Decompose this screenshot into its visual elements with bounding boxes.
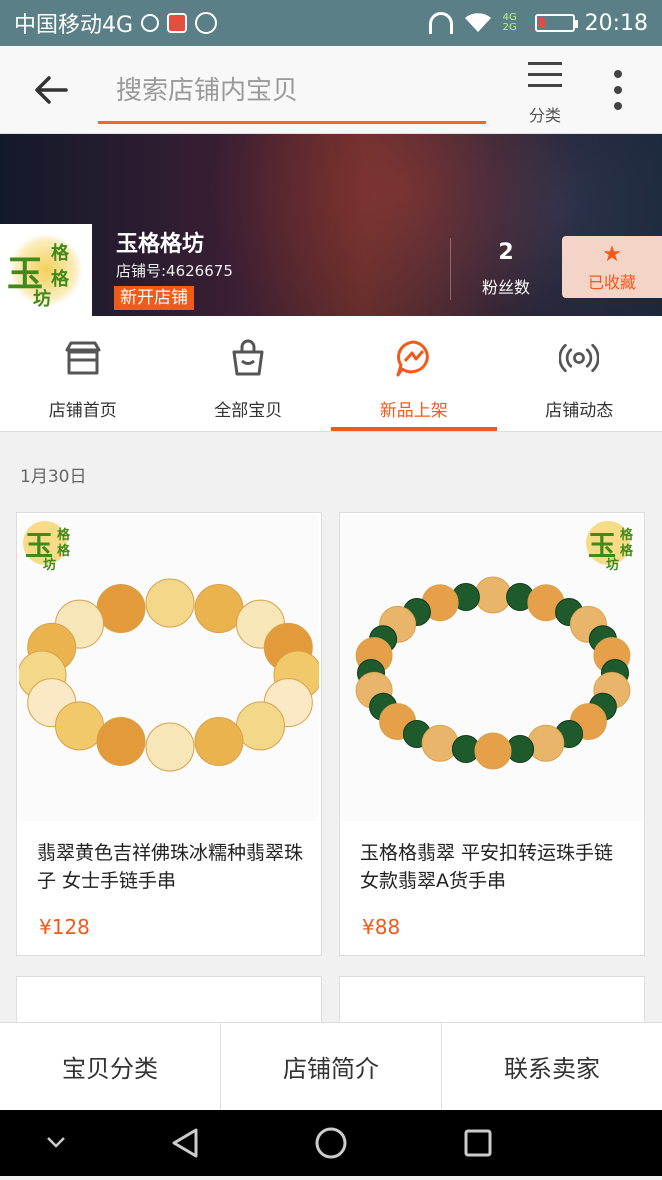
new-shop-badge: 新开店铺 bbox=[114, 286, 194, 310]
tab-label: 店铺首页 bbox=[49, 396, 117, 421]
item-category-button[interactable]: 宝贝分类 bbox=[0, 1023, 221, 1110]
product-title: 翡翠黄色吉祥佛珠冰糯种翡翠珠子 女士手链手串 bbox=[37, 839, 307, 895]
back-nav-icon[interactable] bbox=[174, 1130, 196, 1156]
category-label: 分类 bbox=[529, 102, 561, 126]
svg-text:格: 格 bbox=[57, 527, 71, 543]
svg-text:格: 格 bbox=[620, 543, 634, 559]
shop-logo-mark: 玉 格 格 坊 bbox=[3, 227, 89, 313]
product-price: ¥128 bbox=[39, 915, 90, 939]
back-button[interactable] bbox=[24, 66, 78, 114]
tab-shop-updates[interactable]: 店铺动态 bbox=[497, 316, 662, 431]
brand-watermark: 玉 格 格 坊 bbox=[21, 517, 81, 573]
tab-all-items[interactable]: 全部宝贝 bbox=[166, 316, 332, 431]
list-icon bbox=[528, 62, 562, 88]
fans-label: 粉丝数 bbox=[472, 274, 540, 298]
svg-text:格: 格 bbox=[620, 527, 634, 543]
tab-label: 店铺动态 bbox=[545, 396, 613, 421]
favorite-label: 已收藏 bbox=[588, 269, 636, 293]
more-options-button[interactable] bbox=[600, 70, 636, 110]
category-button[interactable]: 分类 bbox=[516, 58, 574, 128]
shopping-bag-icon bbox=[228, 338, 268, 378]
fans-count: 2 bbox=[478, 240, 534, 265]
shop-name: 玉格格坊 bbox=[116, 226, 204, 258]
headphones-icon bbox=[429, 12, 453, 34]
svg-text:坊: 坊 bbox=[43, 557, 56, 573]
tab-new-arrivals[interactable]: 新品上架 bbox=[331, 316, 497, 431]
vpn-icon bbox=[195, 12, 217, 34]
shop-id: 店铺号:4626675 bbox=[116, 260, 233, 281]
storefront-icon bbox=[63, 338, 103, 378]
clock-label: 20:18 bbox=[585, 11, 648, 36]
network-type-label: 4G 2G bbox=[503, 13, 525, 33]
favorite-button[interactable]: ★ 已收藏 bbox=[562, 236, 662, 298]
product-title: 玉格格翡翠 平安扣转运珠手链 女款翡翠A货手串 bbox=[360, 839, 630, 895]
tab-label: 全部宝贝 bbox=[214, 396, 282, 421]
arrow-left-icon bbox=[34, 75, 68, 105]
status-bar: 中国移动4G 4G 2G 20:18 bbox=[0, 0, 662, 46]
notification-icon bbox=[167, 13, 187, 33]
search-box[interactable] bbox=[98, 64, 486, 124]
hd-icon bbox=[141, 14, 159, 32]
collapse-icon[interactable] bbox=[48, 1138, 64, 1146]
svg-text:坊: 坊 bbox=[606, 557, 619, 573]
search-input[interactable] bbox=[98, 64, 486, 118]
shop-tabs: 店铺首页 全部宝贝 新品上架 店铺动态 bbox=[0, 316, 662, 432]
product-card[interactable]: 玉 格 格 坊 玉格格翡翠 平安扣转运珠手链 女款翡翠A货手串 ¥88 bbox=[339, 512, 645, 956]
svg-text:格: 格 bbox=[57, 543, 71, 559]
brand-watermark: 玉 格 格 坊 bbox=[584, 517, 644, 573]
date-header: 1月30日 bbox=[20, 462, 86, 487]
star-icon: ★ bbox=[602, 242, 622, 267]
shop-logo[interactable]: 玉 格 格 坊 bbox=[0, 224, 92, 316]
shop-bottom-bar: 宝贝分类 店铺简介 联系卖家 bbox=[0, 1022, 662, 1110]
system-nav-bar bbox=[0, 1110, 662, 1176]
tab-shop-home[interactable]: 店铺首页 bbox=[0, 316, 166, 431]
product-card[interactable]: 玉 格 格 坊 翡翠黄色吉祥佛珠冰糯种翡翠珠子 女士手链手串 ¥128 bbox=[16, 512, 322, 956]
more-dots-icon bbox=[614, 70, 622, 78]
carrier-label: 中国移动4G bbox=[14, 7, 133, 39]
home-nav-icon[interactable] bbox=[317, 1129, 345, 1157]
top-bar: 分类 bbox=[0, 46, 662, 134]
shop-intro-button[interactable]: 店铺简介 bbox=[221, 1023, 442, 1110]
contact-seller-button[interactable]: 联系卖家 bbox=[442, 1023, 662, 1110]
recents-nav-icon[interactable] bbox=[466, 1131, 490, 1155]
banner-divider bbox=[450, 238, 451, 300]
tab-label: 新品上架 bbox=[380, 396, 448, 421]
product-price: ¥88 bbox=[362, 915, 400, 939]
new-arrivals-icon bbox=[394, 338, 434, 378]
battery-icon bbox=[535, 14, 575, 32]
broadcast-icon bbox=[559, 338, 599, 378]
wifi-icon bbox=[463, 12, 493, 34]
